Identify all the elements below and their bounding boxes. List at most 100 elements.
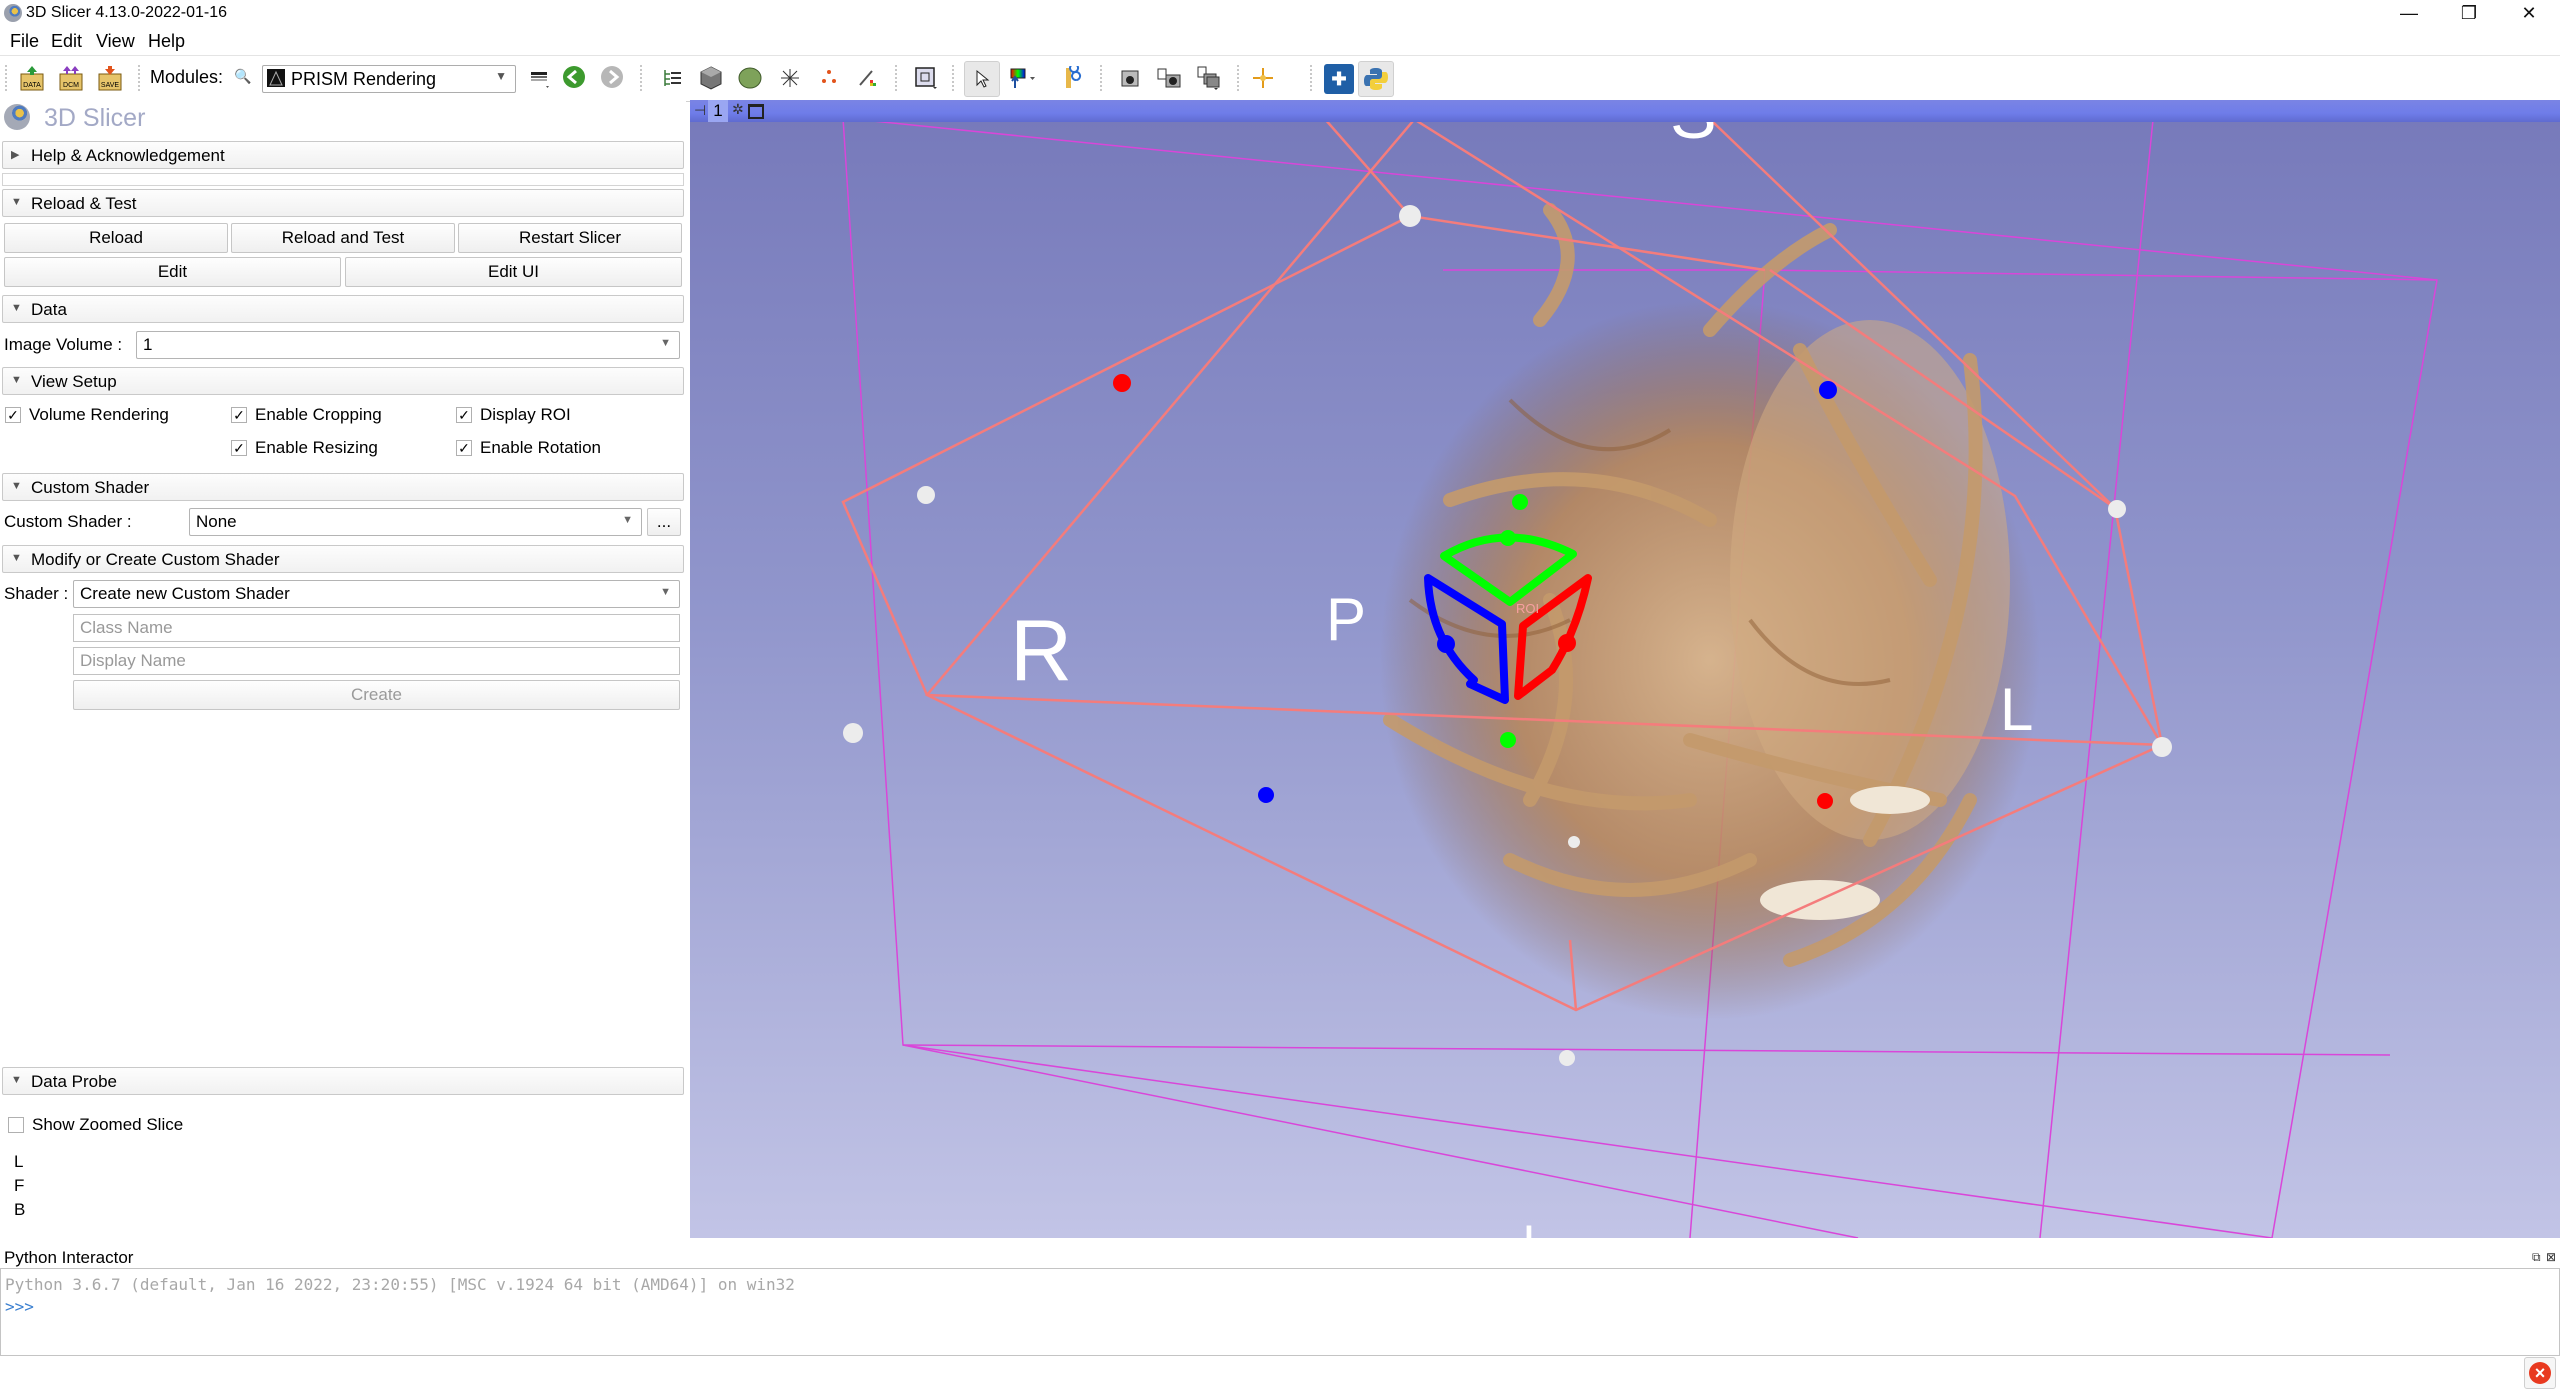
pointer-mode-button[interactable] [964,61,1000,97]
roi-handle[interactable] [1399,205,1421,227]
show-zoomed-slice-checkbox[interactable]: Show Zoomed Slice [8,1115,183,1135]
custom-shader-value: None [196,512,237,531]
module-search-icon[interactable]: 🔍 [234,68,251,85]
markups-icon[interactable] [815,64,843,92]
python-console-button[interactable] [1358,61,1394,97]
restore-button[interactable]: ❐ [2440,0,2498,27]
menu-view[interactable]: View [96,31,135,52]
section-view-setup[interactable]: ▼ View Setup [2,367,684,395]
data-tree-icon[interactable] [658,64,686,92]
display-name-input[interactable] [73,647,680,675]
roi-handle-green[interactable] [1512,494,1528,510]
roi-handle-blue[interactable] [1258,787,1274,803]
maximize-view-icon[interactable] [748,104,764,119]
volume-rendering-checkbox[interactable]: ✓ Volume Rendering [5,405,169,425]
edit-button[interactable]: Edit [4,257,341,287]
section-custom-shader[interactable]: ▼ Custom Shader [2,473,684,501]
main-toolbar: DATA DCM SAVE Modules: 🔍 PRISM Rendering… [0,55,2560,102]
3d-view-controller-bar: ⊣ 1 ✲ [690,100,2560,122]
section-reload-test[interactable]: ▼ Reload & Test [2,189,684,217]
toolbar-separator [138,65,143,91]
probe-layer-L: L [14,1152,24,1171]
module-history-icon[interactable] [526,64,554,92]
edit-ui-button[interactable]: Edit UI [345,257,682,287]
menu-edit[interactable]: Edit [51,31,82,52]
roi-handle-green[interactable] [1500,732,1516,748]
roi-handle-red[interactable] [1113,374,1131,392]
section-label: Help & Acknowledgement [31,146,225,165]
python-banner: Python 3.6.7 (default, Jan 16 2022, 23:2… [5,1275,795,1294]
window-level-icon[interactable] [1008,64,1036,92]
menu-help[interactable]: Help [148,31,185,52]
center-view-icon[interactable]: ✲ [732,101,744,118]
roi-handle[interactable] [1568,836,1580,848]
transforms-icon[interactable] [776,64,804,92]
error-log-button[interactable]: × [2524,1357,2556,1389]
collapse-arrow-icon: ▼ [11,480,22,492]
shader-selector[interactable]: Create new Custom Shader ▼ [73,580,680,608]
section-help-acknowledgement[interactable]: ▶ Help & Acknowledgement [2,141,684,169]
collapse-arrow-icon: ▼ [11,302,22,314]
load-data-icon[interactable]: DATA [18,64,46,92]
reload-and-test-button[interactable]: Reload and Test [231,223,455,253]
forward-arrow-icon[interactable] [599,64,627,92]
volumes-icon[interactable] [697,64,725,92]
scene-view-icon[interactable] [1155,64,1183,92]
python-console[interactable]: Python 3.6.7 (default, Jan 16 2022, 23:2… [0,1268,2560,1356]
checkbox-checked-icon: ✓ [456,440,472,456]
roi-handle-red[interactable] [1817,793,1833,809]
scene-view-menu-icon[interactable] [1195,64,1223,92]
close-panel-icon[interactable]: ⊠ [2546,1250,2556,1264]
menu-file[interactable]: File [10,31,39,52]
roi-handle[interactable] [1559,1050,1575,1066]
roi-handle[interactable] [917,486,935,504]
reload-button[interactable]: Reload [4,223,228,253]
models-icon[interactable] [736,64,764,92]
roi-handle[interactable] [2152,737,2172,757]
crosshair-icon[interactable] [1252,64,1280,92]
window-title: 3D Slicer 4.13.0-2022-01-16 [26,4,228,21]
toolbar-separator [895,65,900,91]
module-selector[interactable]: PRISM Rendering ▼ [262,65,516,93]
image-volume-selector[interactable]: 1 ▼ [136,331,680,359]
prism-icon [267,69,285,87]
section-modify-create-shader[interactable]: ▼ Modify or Create Custom Shader [2,545,684,573]
close-button[interactable]: ✕ [2500,0,2558,27]
editor-icon[interactable] [853,64,881,92]
section-label: Modify or Create Custom Shader [31,550,280,569]
checkbox-label: Enable Resizing [255,438,378,457]
ruler-icon[interactable] [1060,64,1088,92]
load-dicom-icon[interactable]: DCM [57,64,85,92]
display-name-field[interactable] [74,648,679,674]
class-name-field[interactable] [74,615,679,641]
pointer-icon [976,69,990,88]
custom-shader-more-button[interactable]: ... [647,508,681,536]
minimize-button[interactable]: — [2380,0,2438,27]
enable-cropping-checkbox[interactable]: ✓ Enable Cropping [231,405,382,425]
3d-scene[interactable]: ROI R L P S I [690,100,2560,1238]
restart-slicer-button[interactable]: Restart Slicer [458,223,682,253]
expand-arrow-icon: ▶ [11,149,20,161]
extensions-icon[interactable]: ✚ [1324,64,1354,94]
roi-label: ROI [1516,601,1539,616]
class-name-input[interactable] [73,614,680,642]
enable-rotation-checkbox[interactable]: ✓ Enable Rotation [456,438,601,458]
section-data[interactable]: ▼ Data [2,295,684,323]
create-shader-button[interactable]: Create [73,680,680,710]
enable-resizing-checkbox[interactable]: ✓ Enable Resizing [231,438,378,458]
undock-icon[interactable]: ⧉ [2532,1250,2541,1265]
display-roi-checkbox[interactable]: ✓ Display ROI [456,405,571,425]
roi-handle-blue[interactable] [1819,381,1837,399]
custom-shader-selector[interactable]: None ▼ [189,508,642,536]
back-arrow-icon[interactable] [561,64,589,92]
section-data-probe[interactable]: ▼ Data Probe [2,1067,684,1095]
pin-icon[interactable]: ⊣ [694,102,706,119]
3d-view[interactable]: ROI R L P S I [690,100,2560,1238]
save-icon[interactable]: SAVE [96,64,124,92]
view-number-label[interactable]: 1 [708,100,728,122]
layout-icon[interactable] [912,64,940,92]
roi-handle[interactable] [2108,500,2126,518]
image-volume-label: Image Volume : [4,335,123,354]
roi-handle[interactable] [843,723,863,743]
screenshot-icon[interactable] [1116,64,1144,92]
